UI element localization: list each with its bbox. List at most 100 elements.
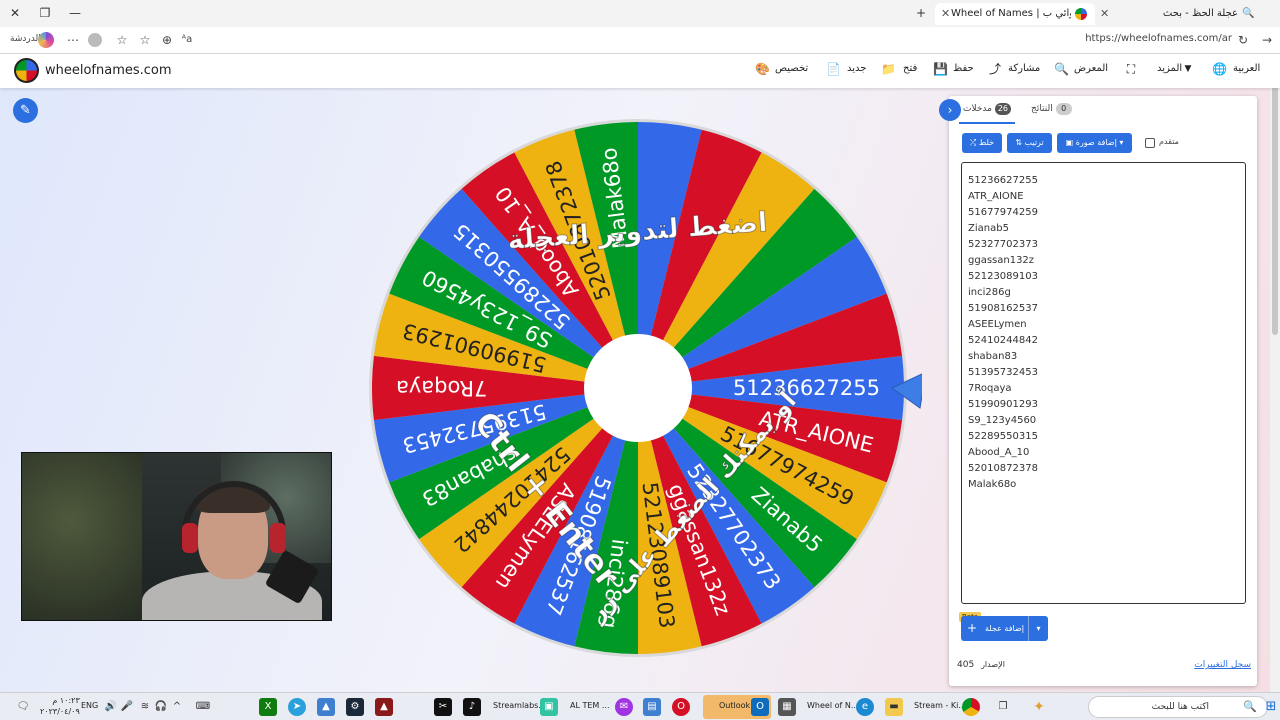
- taskbar-search[interactable]: اكتب هنا للبحث 🔍: [1088, 696, 1268, 718]
- nvidia-icon[interactable]: ▲: [375, 698, 393, 716]
- copilot-sparkle-icon[interactable]: ✦: [1030, 698, 1048, 716]
- more-button[interactable]: المزيد: [1157, 63, 1182, 74]
- language-indicator[interactable]: ENG: [81, 701, 98, 710]
- taskbar-app-label[interactable]: AL TEM ...: [570, 701, 610, 710]
- customize-button[interactable]: تخصيص: [775, 63, 808, 74]
- entry-line: 51677974259: [968, 207, 1038, 218]
- entry-line: 7Roqaya: [968, 383, 1012, 394]
- new-button[interactable]: جديد: [847, 63, 866, 74]
- telegram-icon[interactable]: ➤: [288, 698, 306, 716]
- streamlabs-icon[interactable]: ▣: [540, 698, 558, 716]
- xbox-icon[interactable]: X: [259, 698, 277, 716]
- advanced-checkbox[interactable]: [1145, 138, 1155, 148]
- edit-pencil-icon[interactable]: ✎: [13, 98, 38, 123]
- entry-line: 52289550315: [968, 431, 1038, 442]
- taskbar-search-placeholder: اكتب هنا للبحث: [1151, 702, 1209, 712]
- edge-icon[interactable]: e: [856, 698, 874, 716]
- tab-wheel-of-names[interactable]: ✕ Wheel of Names | الاسم العشوائي ب: [935, 3, 1095, 25]
- windows-start-icon[interactable]: ⊞: [1262, 698, 1280, 716]
- share-icon[interactable]: ⤴: [988, 62, 1002, 76]
- forward-icon[interactable]: →: [1258, 31, 1276, 49]
- changelog-link[interactable]: سجل التغييرات: [1194, 660, 1251, 670]
- entry-line: Zianab5: [968, 223, 1009, 234]
- copilot-icon[interactable]: [38, 32, 54, 48]
- tab-search[interactable]: ✕ عجلة الحظ - بحث 🔍: [1098, 3, 1256, 25]
- search-favicon-icon: 🔍: [1242, 8, 1255, 19]
- taskbar-app-label[interactable]: Wheel of N...: [807, 701, 858, 710]
- share-button[interactable]: مشاركة: [1008, 63, 1040, 74]
- extensions-icon[interactable]: ⊕: [158, 31, 176, 49]
- tab-results[interactable]: النتائج 0: [1031, 103, 1072, 115]
- notifications-icon[interactable]: 🗨: [14, 698, 32, 716]
- scrollbar-thumb[interactable]: [1272, 70, 1278, 335]
- chevron-down-icon: ▾: [1119, 138, 1124, 147]
- steam-icon[interactable]: ⚙: [346, 698, 364, 716]
- minimize-window-icon[interactable]: —: [64, 3, 86, 23]
- taskbar-app-label[interactable]: Streamlabs...: [493, 701, 546, 710]
- tab-entries[interactable]: مدخلات 26: [963, 103, 1012, 115]
- taskbar-app-label[interactable]: Stream - Ki...: [914, 701, 966, 710]
- add-image-label: إضافة صورة: [1075, 138, 1117, 147]
- shuffle-button[interactable]: ⤮ خلط: [962, 133, 1002, 153]
- wheel[interactable]: 51236627255ATR_AIONE51677974259Zianab552…: [362, 112, 922, 672]
- save-button[interactable]: حفظ: [953, 63, 974, 74]
- search-icon[interactable]: 🔍: [1054, 62, 1069, 76]
- entry-line: 51990901293: [968, 399, 1038, 410]
- fullscreen-icon[interactable]: ⛶: [1124, 62, 1138, 76]
- task-view-icon[interactable]: ❐: [994, 698, 1012, 716]
- microphone-icon[interactable]: 🎤: [118, 698, 136, 716]
- chevron-up-icon[interactable]: ^: [168, 698, 186, 716]
- file-explorer-icon[interactable]: ▬: [885, 698, 903, 716]
- save-icon[interactable]: 💾: [933, 62, 948, 76]
- globe-icon[interactable]: 🌐: [1212, 62, 1227, 76]
- clock[interactable]: ١٠:٢٣ م ٢٠٢٣/٠٤/٠٩: [40, 695, 80, 717]
- keyboard-icon[interactable]: ⌨: [194, 698, 212, 716]
- add-favorite-icon[interactable]: ☆: [136, 31, 154, 49]
- chevron-down-icon[interactable]: ▾: [1028, 616, 1048, 641]
- refresh-icon[interactable]: ↻: [1234, 31, 1252, 49]
- entries-textarea[interactable]: 51236627255 ATR_AIONE 51677974259 Zianab5 52…: [961, 162, 1246, 604]
- chat-label[interactable]: الدردشة: [10, 34, 41, 44]
- taskbar-outlook[interactable]: Outlook O: [703, 695, 771, 719]
- new-tab-icon[interactable]: +: [910, 3, 932, 23]
- folder-icon[interactable]: 📁: [881, 62, 896, 76]
- more-icon[interactable]: ⋯: [64, 31, 82, 49]
- notepad-icon[interactable]: ▤: [643, 698, 661, 716]
- entry-line: ATR_AIONE: [968, 191, 1024, 202]
- chevron-down-icon[interactable]: ▼: [1181, 62, 1195, 76]
- add-image-button[interactable]: ▣ إضافة صورة ▾: [1057, 133, 1132, 153]
- new-file-icon[interactable]: 📄: [826, 62, 841, 76]
- tiktok-icon[interactable]: ♪: [463, 698, 481, 716]
- sort-label: ترتيب: [1024, 138, 1044, 147]
- favorites-icon[interactable]: ☆: [113, 31, 131, 49]
- messenger-icon[interactable]: ✉: [615, 698, 633, 716]
- logo-icon[interactable]: [14, 58, 39, 83]
- version-label: الإصدار: [981, 660, 1005, 669]
- entry-line: 51236627255: [968, 175, 1038, 186]
- open-button[interactable]: فتح: [903, 63, 917, 74]
- chrome-icon[interactable]: [962, 698, 980, 716]
- add-wheel-button[interactable]: + إضافة عجلة ▾: [961, 616, 1048, 641]
- close-tab-icon[interactable]: ✕: [941, 3, 950, 25]
- tab-title: Wheel of Names | الاسم العشوائي ب: [951, 8, 1071, 19]
- read-aloud-icon[interactable]: ᴬa: [178, 31, 196, 49]
- url-field[interactable]: https://wheelofnames.com/ar: [1085, 33, 1232, 44]
- entry-line: Malak68o: [968, 479, 1017, 490]
- collapse-panel-icon[interactable]: ›: [939, 99, 961, 121]
- site-logo-text[interactable]: wheelofnames.com: [45, 63, 172, 78]
- wheel-center-hub[interactable]: [584, 334, 692, 442]
- page-scrollbar[interactable]: [1270, 54, 1280, 692]
- language-button[interactable]: العربية: [1233, 63, 1260, 74]
- calculator-icon[interactable]: ▦: [778, 698, 796, 716]
- capcut-icon[interactable]: ✂: [434, 698, 452, 716]
- close-tab-icon[interactable]: ✕: [1100, 3, 1109, 25]
- sort-button[interactable]: ⇅ ترتيب: [1007, 133, 1052, 153]
- palette-icon[interactable]: 🎨: [755, 62, 770, 76]
- close-window-icon[interactable]: ✕: [4, 3, 26, 23]
- profile-icon[interactable]: [88, 33, 102, 47]
- gallery-button[interactable]: المعرض: [1074, 63, 1108, 74]
- opera-icon[interactable]: O: [672, 698, 690, 716]
- main-area: ✎ 51236627255 ATR_AIONE 51677974259 Zianab5…: [0, 88, 1270, 692]
- restore-window-icon[interactable]: ❐: [34, 3, 56, 23]
- photos-icon[interactable]: ▲: [317, 698, 335, 716]
